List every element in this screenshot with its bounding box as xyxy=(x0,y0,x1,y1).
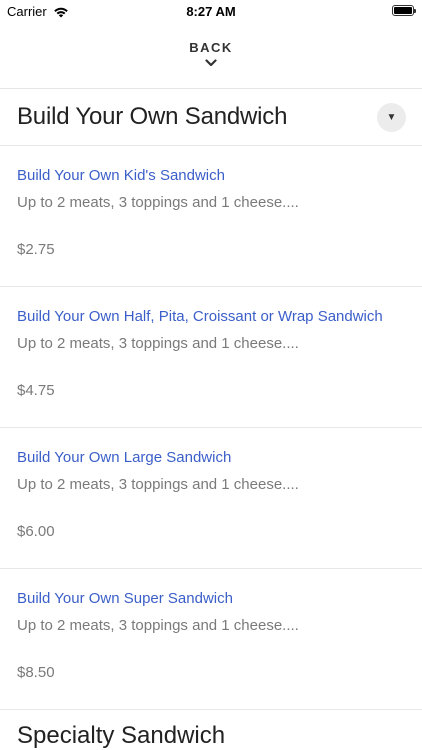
menu-item-price: $4.75 xyxy=(17,382,55,399)
menu-item-price: $8.50 xyxy=(17,664,55,681)
status-time: 8:27 AM xyxy=(186,4,236,19)
menu-item-description: Up to 2 meats, 3 toppings and 1 cheese..… xyxy=(17,476,299,493)
chevron-down-icon xyxy=(205,59,217,67)
menu-item[interactable]: Build Your Own Super Sandwich Up to 2 me… xyxy=(0,569,422,710)
section-header: Build Your Own Sandwich ▼ xyxy=(0,89,422,146)
menu-item-name[interactable]: Build Your Own Half, Pita, Croissant or … xyxy=(17,308,383,325)
menu-item[interactable]: Build Your Own Half, Pita, Croissant or … xyxy=(0,287,422,428)
section-title: Build Your Own Sandwich xyxy=(17,103,288,130)
menu-item-name[interactable]: Build Your Own Kid's Sandwich xyxy=(17,167,225,184)
menu-item-description: Up to 2 meats, 3 toppings and 1 cheese..… xyxy=(17,617,299,634)
menu-item-price: $2.75 xyxy=(17,241,55,258)
menu-item[interactable]: Build Your Own Large Sandwich Up to 2 me… xyxy=(0,428,422,569)
menu-item-name[interactable]: Build Your Own Large Sandwich xyxy=(17,449,231,466)
caret-down-icon: ▼ xyxy=(386,112,397,123)
menu-item-price: $6.00 xyxy=(17,523,55,540)
back-label: BACK xyxy=(189,40,233,55)
section-collapse-toggle[interactable]: ▼ xyxy=(377,103,406,132)
menu-item-description: Up to 2 meats, 3 toppings and 1 cheese..… xyxy=(17,194,299,211)
menu-item-description: Up to 2 meats, 3 toppings and 1 cheese..… xyxy=(17,335,299,352)
next-section-title: Specialty Sandwich xyxy=(17,722,226,749)
back-button[interactable]: BACK xyxy=(0,40,422,67)
battery-icon xyxy=(392,5,416,16)
menu-item-name[interactable]: Build Your Own Super Sandwich xyxy=(17,590,233,607)
menu-item[interactable]: Build Your Own Kid's Sandwich Up to 2 me… xyxy=(0,146,422,287)
status-bar: Carrier 8:27 AM xyxy=(0,0,422,22)
